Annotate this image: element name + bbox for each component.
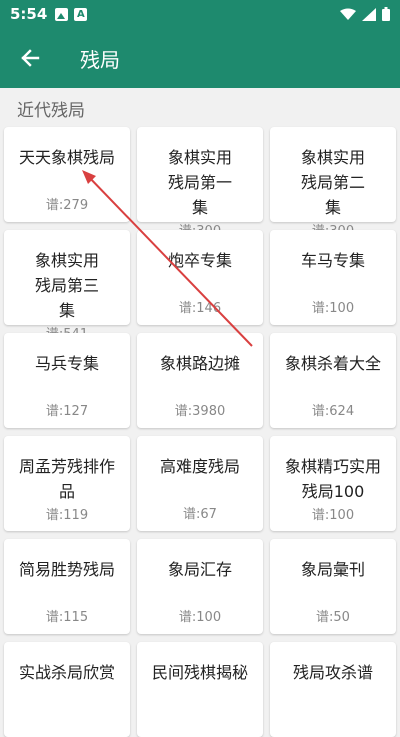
card-title: 象棋精巧实用残局100 bbox=[284, 457, 381, 501]
wifi-icon bbox=[340, 8, 356, 20]
arrow-left-icon bbox=[21, 49, 40, 67]
puzzle-collection-grid: 天天象棋残局谱:279 象棋实用残局第一集谱:300 象棋实用残局第二集谱:30… bbox=[4, 127, 396, 737]
card-title: 象局彙刊 bbox=[300, 560, 365, 579]
battery-icon bbox=[382, 7, 390, 21]
card-title: 残局攻杀谱 bbox=[292, 663, 373, 682]
collection-card[interactable]: 象局彙刊谱:50 bbox=[270, 539, 396, 634]
back-button[interactable] bbox=[0, 28, 60, 88]
card-count: 谱:624 bbox=[311, 404, 355, 419]
card-title: 象局汇存 bbox=[167, 560, 232, 579]
card-title: 象棋实用残局第三集 bbox=[34, 251, 99, 320]
collection-card[interactable]: 象棋路边摊谱:3980 bbox=[137, 333, 263, 428]
card-count: 谱:100 bbox=[311, 301, 355, 316]
collection-card[interactable]: 象棋杀着大全谱:624 bbox=[270, 333, 396, 428]
card-count: 谱:279 bbox=[45, 198, 89, 213]
collection-card[interactable]: 民间残棋揭秘 bbox=[137, 642, 263, 737]
image-notification-icon bbox=[55, 7, 69, 21]
collection-card[interactable]: 周孟芳残排作品谱:119 bbox=[4, 436, 130, 531]
collection-card[interactable]: 天天象棋残局谱:279 bbox=[4, 127, 130, 222]
card-count: 谱:127 bbox=[45, 404, 89, 419]
collection-card[interactable]: 实战杀局欣赏 bbox=[4, 642, 130, 737]
card-title: 象棋实用残局第一集 bbox=[167, 148, 232, 217]
card-title: 马兵专集 bbox=[34, 354, 99, 373]
collection-card[interactable]: 高难度残局谱:67 bbox=[137, 436, 263, 531]
card-count: 谱:100 bbox=[311, 508, 355, 523]
card-count: 谱:100 bbox=[178, 610, 222, 625]
status-bar: 5:54 A bbox=[0, 0, 400, 28]
collection-card[interactable]: 炮卒专集谱:146 bbox=[137, 230, 263, 325]
card-count: 谱:115 bbox=[45, 610, 89, 625]
card-title: 民间残棋揭秘 bbox=[151, 663, 248, 682]
collection-card[interactable]: 象棋实用残局第三集谱:541 bbox=[4, 230, 130, 342]
card-title: 车马专集 bbox=[300, 251, 365, 270]
card-count: 谱:146 bbox=[178, 301, 222, 316]
card-title: 象棋杀着大全 bbox=[284, 354, 381, 373]
card-title: 象棋路边摊 bbox=[159, 354, 240, 373]
page-title: 残局 bbox=[80, 47, 120, 72]
card-count: 谱:119 bbox=[45, 508, 89, 523]
collection-card[interactable]: 象棋实用残局第二集谱:300 bbox=[270, 127, 396, 239]
card-title: 周孟芳残排作品 bbox=[18, 457, 115, 501]
collection-card[interactable]: 象棋精巧实用残局100 谱:100 bbox=[270, 436, 396, 531]
collection-card[interactable]: 简易胜势残局谱:115 bbox=[4, 539, 130, 634]
collection-card[interactable]: 车马专集谱:100 bbox=[270, 230, 396, 325]
signal-icon bbox=[362, 7, 376, 21]
card-title: 高难度残局 bbox=[159, 457, 240, 476]
collection-card[interactable]: 残局攻杀谱 bbox=[270, 642, 396, 737]
card-count: 谱:67 bbox=[183, 507, 217, 522]
collection-card[interactable]: 象棋实用残局第一集谱:300 bbox=[137, 127, 263, 239]
card-count: 谱:50 bbox=[316, 610, 350, 625]
card-title: 炮卒专集 bbox=[167, 251, 232, 270]
card-title: 象棋实用残局第二集 bbox=[300, 148, 365, 217]
card-count: 谱:3980 bbox=[174, 404, 226, 419]
app-bar: 残局 bbox=[0, 28, 400, 88]
card-title: 实战杀局欣赏 bbox=[18, 663, 115, 682]
section-header: 近代残局 bbox=[17, 101, 85, 121]
status-time: 5:54 bbox=[10, 5, 48, 23]
card-title: 天天象棋残局 bbox=[18, 148, 115, 167]
card-title: 简易胜势残局 bbox=[18, 560, 115, 579]
app-notification-icon: A bbox=[74, 7, 88, 21]
collection-card[interactable]: 象局汇存谱:100 bbox=[137, 539, 263, 634]
collection-card[interactable]: 马兵专集谱:127 bbox=[4, 333, 130, 428]
